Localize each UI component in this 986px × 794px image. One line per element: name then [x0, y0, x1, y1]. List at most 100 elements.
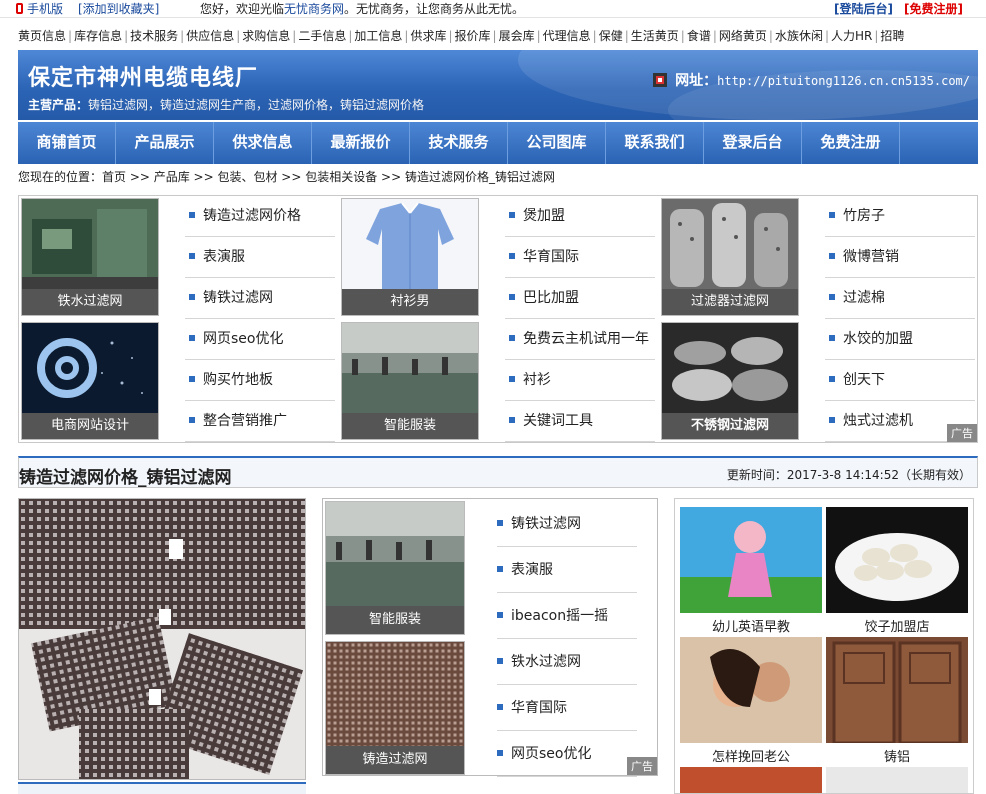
shirt-image	[342, 199, 478, 291]
main-nav-item[interactable]: 最新报价	[312, 122, 410, 164]
nav-separator: |	[348, 29, 353, 43]
category-link[interactable]: 加工信息	[354, 29, 402, 43]
nav-separator: |	[448, 29, 453, 43]
nav-separator: |	[592, 29, 597, 43]
ad-tile[interactable]: 电商网站设计	[21, 322, 159, 440]
ad-link[interactable]: 铸铁过滤网	[497, 501, 637, 547]
category-link[interactable]: 网络黄页	[719, 29, 767, 43]
ad-link[interactable]: 华育国际	[497, 685, 637, 731]
ad-link[interactable]: 水饺的加盟	[825, 319, 975, 360]
nav-separator: |	[180, 29, 185, 43]
category-link[interactable]: 求购信息	[242, 29, 290, 43]
main-nav-item[interactable]: 技术服务	[410, 122, 508, 164]
main-nav-item[interactable]: 联系我们	[606, 122, 704, 164]
product-image[interactable]	[18, 498, 306, 780]
ad-link[interactable]: 衬衫	[505, 360, 655, 401]
category-link[interactable]: 食谱	[687, 29, 711, 43]
mobile-link[interactable]: 手机版	[16, 0, 63, 18]
main-nav-item[interactable]: 登录后台	[704, 122, 802, 164]
main-nav-item[interactable]: 免费注册	[802, 122, 900, 164]
related-link-list: 铸铁过滤网 表演服 ibeacon摇一摇 铁水过滤网 华育国际 网页seo优化	[497, 501, 637, 777]
register-link[interactable]: [免费注册]	[904, 0, 963, 18]
breadcrumb: 您现在的位置：首页 >> 产品库 >> 包装、包材 >> 包装相关设备 >> 铸…	[18, 170, 555, 184]
ad-link[interactable]: 竹房子	[825, 196, 975, 237]
add-favorite-link[interactable]: [添加到收藏夹]	[78, 0, 159, 18]
main-nav-item[interactable]: 商铺首页	[18, 122, 116, 164]
ad-link[interactable]: 网页seo优化	[185, 319, 335, 360]
ad-link[interactable]: 铸造过滤网价格	[185, 196, 335, 237]
ad-link[interactable]: 过滤棉	[825, 278, 975, 319]
ad-tile[interactable]: 铸铝	[826, 637, 968, 769]
top-bar: 手机版 [添加到收藏夹] 您好，欢迎光临无忧商务网。无忧商务，让您商务从此无忧。…	[0, 0, 986, 18]
ad-link[interactable]: 表演服	[185, 237, 335, 278]
category-link[interactable]: 水族休闲	[775, 29, 823, 43]
ad-link[interactable]: 巴比加盟	[505, 278, 655, 319]
category-link[interactable]: 生活黄页	[631, 29, 679, 43]
ad-tile[interactable]	[826, 767, 968, 793]
category-link[interactable]: 技术服务	[130, 29, 178, 43]
category-link[interactable]: 人力HR	[831, 29, 872, 43]
ad-badge: 广告	[947, 424, 977, 442]
qrcode-icon	[653, 73, 668, 87]
ad-link[interactable]: 微博营销	[825, 237, 975, 278]
main-nav-item[interactable]: 供求信息	[214, 122, 312, 164]
factory-image	[342, 323, 478, 415]
site-link[interactable]: 无忧商务网	[284, 2, 344, 16]
category-link[interactable]: 供求库	[410, 29, 446, 43]
shop-title: 保定市神州电缆电线厂	[28, 66, 259, 91]
ad-link[interactable]: 免费云主机试用一年	[505, 319, 655, 360]
category-link[interactable]: 保健	[599, 29, 623, 43]
ad-tile[interactable]: 饺子加盟店	[826, 507, 968, 639]
category-link[interactable]: 展会库	[499, 29, 535, 43]
nav-separator: |	[404, 29, 409, 43]
ad-link-list: 煲加盟 华育国际 巴比加盟 免费云主机试用一年 衬衫 关键词工具	[505, 196, 655, 442]
ad-tile[interactable]: 智能服装	[341, 322, 479, 440]
ad-link[interactable]: 煲加盟	[505, 196, 655, 237]
filter-tubes-image	[662, 199, 798, 291]
nav-separator: |	[874, 29, 879, 43]
dumplings-image	[826, 507, 968, 613]
ad-link[interactable]: 华育国际	[505, 237, 655, 278]
ad-link[interactable]: 关键词工具	[505, 401, 655, 442]
strainer-image	[662, 323, 798, 415]
ad-tile[interactable]: 铸造过滤网	[325, 641, 465, 775]
ad-link[interactable]: 整合营销推广	[185, 401, 335, 442]
category-link[interactable]: 二手信息	[298, 29, 346, 43]
category-link[interactable]: 代理信息	[543, 29, 591, 43]
nav-separator: |	[680, 29, 685, 43]
ad-tile[interactable]: 铁水过滤网	[21, 198, 159, 316]
category-link[interactable]: 招聘	[880, 29, 904, 43]
nav-separator: |	[68, 29, 73, 43]
category-link[interactable]: 黄页信息	[18, 29, 66, 43]
ad-link[interactable]: 铸铁过滤网	[185, 278, 335, 319]
main-nav-item[interactable]: 公司图库	[508, 122, 606, 164]
ad-tile[interactable]: 不锈钢过滤网	[661, 322, 799, 440]
category-link[interactable]: 库存信息	[74, 29, 122, 43]
ad-link-list: 铸造过滤网价格 表演服 铸铁过滤网 网页seo优化 购买竹地板 整合营销推广	[185, 196, 335, 442]
couple-image	[680, 637, 822, 743]
filter-mesh-image	[326, 642, 464, 748]
right-ad-box: 幼儿英语早教 饺子加盟店 怎样挽回老公 铸铝	[674, 498, 974, 794]
nav-separator: |	[492, 29, 497, 43]
ad-tile[interactable]: 幼儿英语早教	[680, 507, 822, 639]
ad-link[interactable]: 网页seo优化	[497, 731, 637, 777]
ad-tile[interactable]: 智能服装	[325, 501, 465, 635]
main-nav: 商铺首页 产品展示 供求信息 最新报价 技术服务 公司图库 联系我们 登录后台 免费注册	[18, 122, 978, 164]
ad-tile[interactable]: 过滤器过滤网	[661, 198, 799, 316]
ad-tile[interactable]: 衬衫男	[341, 198, 479, 316]
ad-link[interactable]: 购买竹地板	[185, 360, 335, 401]
ad-link[interactable]: 表演服	[497, 547, 637, 593]
ad-link[interactable]: ibeacon摇一摇	[497, 593, 637, 639]
main-nav-item[interactable]: 产品展示	[116, 122, 214, 164]
category-link[interactable]: 报价库	[455, 29, 491, 43]
nav-separator: |	[768, 29, 773, 43]
ad-tile[interactable]	[680, 767, 822, 793]
ad-tile[interactable]: 怎样挽回老公	[680, 637, 822, 769]
login-link[interactable]: [登陆后台]	[834, 0, 893, 18]
category-link[interactable]: 供应信息	[186, 29, 234, 43]
ad-link[interactable]: 创天下	[825, 360, 975, 401]
ad-link[interactable]: 铁水过滤网	[497, 639, 637, 685]
phone-icon	[16, 3, 23, 14]
shop-url-link[interactable]: http://pituitong1126.cn.cn5135.com/	[717, 74, 970, 88]
ad-link-list: 竹房子 微博营销 过滤棉 水饺的加盟 创天下 烛式过滤机	[825, 196, 975, 442]
